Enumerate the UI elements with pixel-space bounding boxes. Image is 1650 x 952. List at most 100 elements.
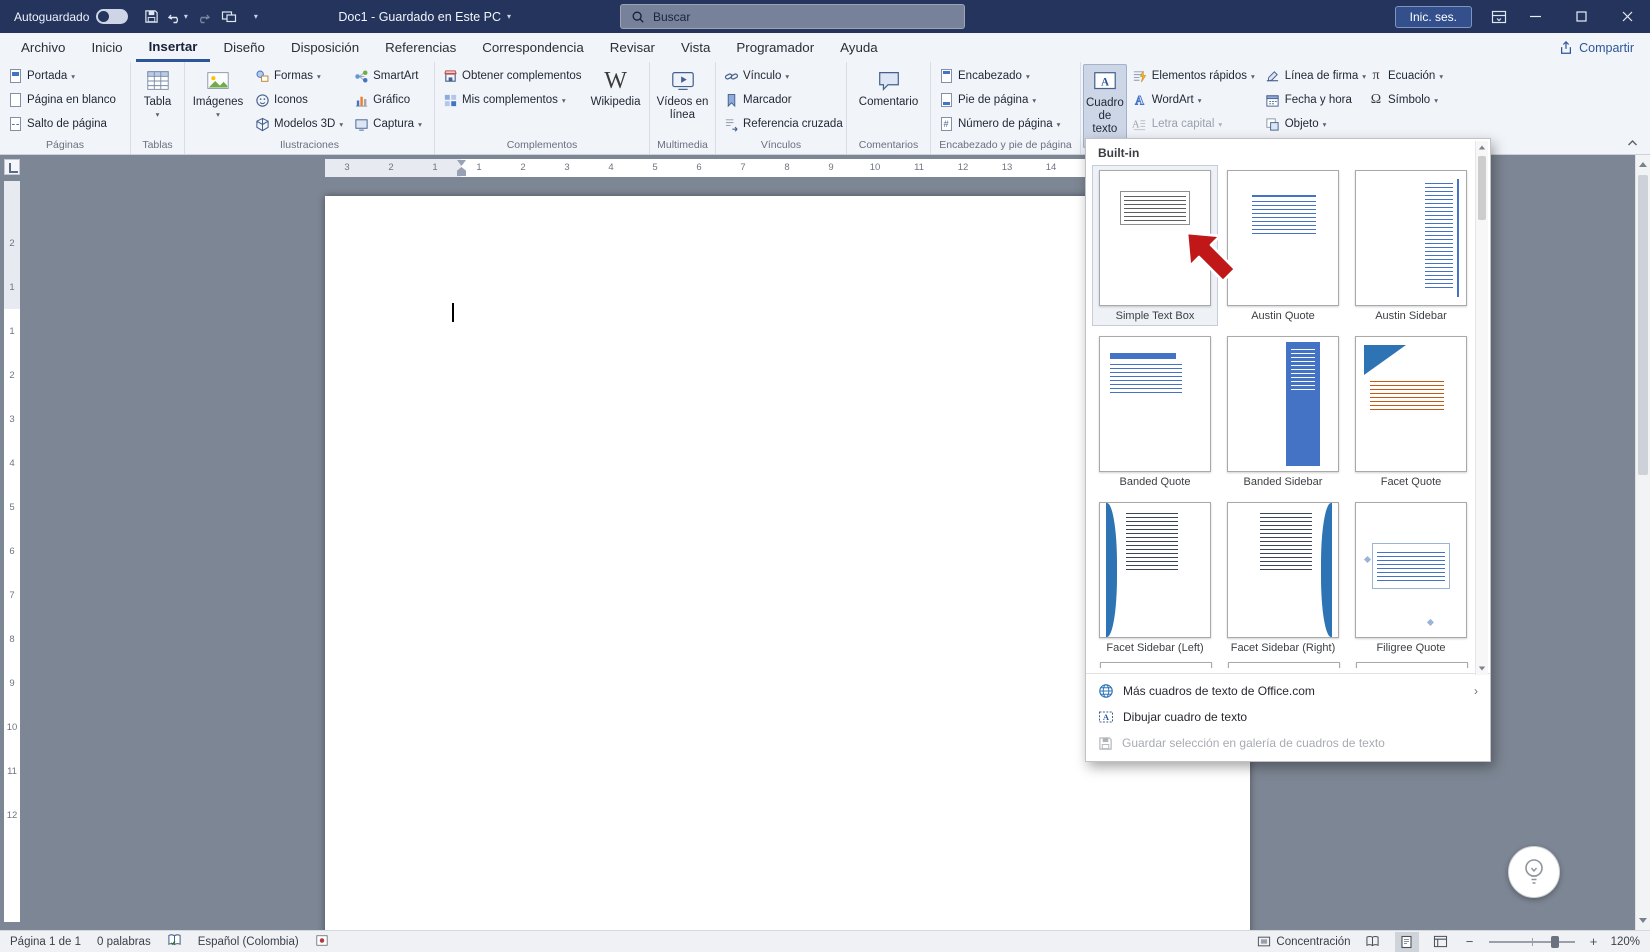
gallery-item-banded-quote[interactable]: Banded Quote <box>1092 331 1218 492</box>
chevron-down-icon: ▾ <box>507 12 512 21</box>
more-text-boxes-menu-item[interactable]: Más cuadros de texto de Office.com › <box>1086 678 1490 704</box>
mis-complementos-button[interactable]: Mis complementos ▾ <box>437 88 587 112</box>
page-indicator[interactable]: Página 1 de 1 <box>10 936 81 948</box>
tab-archivo[interactable]: Archivo <box>8 33 78 62</box>
fecha-hora-button[interactable]: Fecha y hora <box>1260 88 1371 112</box>
quick-access-customize-button[interactable]: ▾ <box>242 4 268 30</box>
cuadro-de-texto-button[interactable]: A Cuadro de texto ▾ <box>1083 64 1127 149</box>
pie-pagina-button[interactable]: Pie de página ▾ <box>933 88 1065 112</box>
tab-vista[interactable]: Vista <box>668 33 723 62</box>
gallery-item-banded-sidebar[interactable]: Banded Sidebar <box>1220 331 1346 492</box>
tab-diseno[interactable]: Diseño <box>210 33 278 62</box>
iconos-button[interactable]: Iconos <box>249 88 348 112</box>
formas-button[interactable]: Formas ▾ <box>249 64 348 88</box>
macro-record-icon[interactable] <box>315 934 329 950</box>
document-title[interactable]: Doc1 - Guardado en Este PC ▾ <box>338 10 511 24</box>
zoom-out-button[interactable]: − <box>1463 934 1477 949</box>
share-button[interactable]: Compartir <box>1559 33 1634 62</box>
wikipedia-button[interactable]: W Wikipedia <box>587 64 645 110</box>
grafico-button[interactable]: Gráfico <box>348 88 427 112</box>
proofing-icon[interactable] <box>167 933 182 950</box>
print-layout-button[interactable] <box>1394 931 1419 952</box>
tab-programador[interactable]: Programador <box>723 33 827 62</box>
gallery-scrollbar[interactable] <box>1475 141 1488 675</box>
draw-text-box-menu-item[interactable]: A Dibujar cuadro de texto <box>1086 704 1490 730</box>
tab-revisar[interactable]: Revisar <box>597 33 668 62</box>
comentario-button[interactable]: Comentario <box>854 64 924 110</box>
tab-ayuda[interactable]: Ayuda <box>827 33 891 62</box>
minimize-button[interactable] <box>1512 0 1558 33</box>
gallery-item-facet-sidebar-right[interactable]: Facet Sidebar (Right) <box>1220 497 1346 658</box>
zoom-in-button[interactable]: + <box>1587 934 1601 949</box>
zoom-level[interactable]: 120% <box>1611 936 1640 948</box>
imagenes-button[interactable]: Imágenes ▾ <box>187 64 249 120</box>
modelos-3d-button[interactable]: Modelos 3D ▾ <box>249 112 348 136</box>
tab-referencias[interactable]: Referencias <box>372 33 469 62</box>
autosave-toggle[interactable] <box>96 9 129 24</box>
obtener-complementos-button[interactable]: Obtener complementos <box>437 64 587 88</box>
screen-mode-button[interactable] <box>216 4 242 30</box>
gallery-scrollbar-thumb[interactable] <box>1478 156 1486 220</box>
scroll-up-button[interactable] <box>1636 157 1650 172</box>
tab-insertar[interactable]: Insertar <box>135 33 211 62</box>
object-icon <box>1265 116 1281 132</box>
undo-button[interactable]: ▾ <box>164 4 190 30</box>
autosave-label: Autoguardado <box>14 9 90 24</box>
zoom-slider-knob[interactable] <box>1550 935 1559 948</box>
scrollbar-thumb[interactable] <box>1638 175 1648 475</box>
gallery-item-austin-sidebar[interactable]: Austin Sidebar <box>1348 165 1474 326</box>
vinculo-button[interactable]: Vínculo ▾ <box>718 64 848 88</box>
search-input[interactable] <box>653 9 954 24</box>
focus-mode-button[interactable]: Concentración <box>1257 935 1351 948</box>
marcador-button[interactable]: Marcador <box>718 88 848 112</box>
search-box[interactable] <box>620 4 965 29</box>
elementos-rapidos-button[interactable]: Elementos rápidos ▾ <box>1127 64 1260 88</box>
assistant-tip-button[interactable] <box>1508 846 1560 898</box>
web-layout-button[interactable] <box>1429 932 1453 952</box>
word-count[interactable]: 0 palabras <box>97 936 151 948</box>
letra-capital-button[interactable]: A Letra capital ▾ <box>1127 112 1260 136</box>
zoom-slider[interactable] <box>1488 935 1575 948</box>
read-mode-button[interactable] <box>1361 932 1385 952</box>
document-scrollbar[interactable] <box>1635 155 1650 930</box>
redo-button[interactable] <box>190 4 216 30</box>
objeto-button[interactable]: Objeto ▾ <box>1260 112 1371 136</box>
videos-en-linea-button[interactable]: Vídeos en línea <box>653 64 713 123</box>
tab-disposicion[interactable]: Disposición <box>278 33 372 62</box>
gallery-item-facet-sidebar-left[interactable]: Facet Sidebar (Left) <box>1092 497 1218 658</box>
autosave-control[interactable]: Autoguardado <box>0 9 138 24</box>
vertical-ruler[interactable]: 2 1 1 2 3 4 5 6 7 8 9 10 11 12 <box>4 181 20 922</box>
linea-firma-button[interactable]: Línea de firma ▾ <box>1260 64 1371 88</box>
smartart-button[interactable]: SmartArt <box>348 64 427 88</box>
salto-pagina-button[interactable]: Salto de página <box>2 112 121 136</box>
gallery-scroll-down[interactable] <box>1476 662 1488 675</box>
facet-sidebar-left-thumbnail <box>1099 502 1211 638</box>
captura-button[interactable]: Captura ▾ <box>348 112 427 136</box>
numero-pagina-button[interactable]: Número de página ▾ <box>933 112 1065 136</box>
minimize-icon <box>1529 15 1541 18</box>
scroll-down-button[interactable] <box>1636 913 1650 928</box>
pagina-blanco-button[interactable]: Página en blanco <box>2 88 121 112</box>
ecuacion-button[interactable]: π Ecuación ▾ <box>1363 64 1448 88</box>
wordart-button[interactable]: A WordArt ▾ <box>1127 88 1260 112</box>
gallery-item-facet-quote[interactable]: Facet Quote <box>1348 331 1474 492</box>
chevron-down-icon: ▾ <box>155 109 160 119</box>
simbolo-button[interactable]: Ω Símbolo ▾ <box>1363 88 1448 112</box>
tabla-button[interactable]: Tabla ▾ <box>134 64 182 120</box>
language-indicator[interactable]: Español (Colombia) <box>198 936 299 948</box>
encabezado-button[interactable]: Encabezado ▾ <box>933 64 1065 88</box>
collapse-ribbon-button[interactable] <box>1622 135 1642 151</box>
gallery-item-filigree-quote[interactable]: Filigree Quote <box>1348 497 1474 658</box>
sign-in-button[interactable]: Inic. ses. <box>1394 5 1472 28</box>
tab-inicio[interactable]: Inicio <box>78 33 135 62</box>
maximize-button[interactable] <box>1558 0 1604 33</box>
gallery-scroll-up[interactable] <box>1476 141 1488 154</box>
tab-stop-selector[interactable] <box>4 159 20 175</box>
tab-correspondencia[interactable]: Correspondencia <box>469 33 597 62</box>
save-button[interactable] <box>138 4 164 30</box>
table-icon <box>146 71 169 90</box>
close-button[interactable] <box>1604 0 1650 33</box>
portada-button[interactable]: Portada ▾ <box>2 64 121 88</box>
ribbon-display-options-button[interactable] <box>1486 4 1512 30</box>
referencia-cruzada-button[interactable]: Referencia cruzada <box>718 112 848 136</box>
